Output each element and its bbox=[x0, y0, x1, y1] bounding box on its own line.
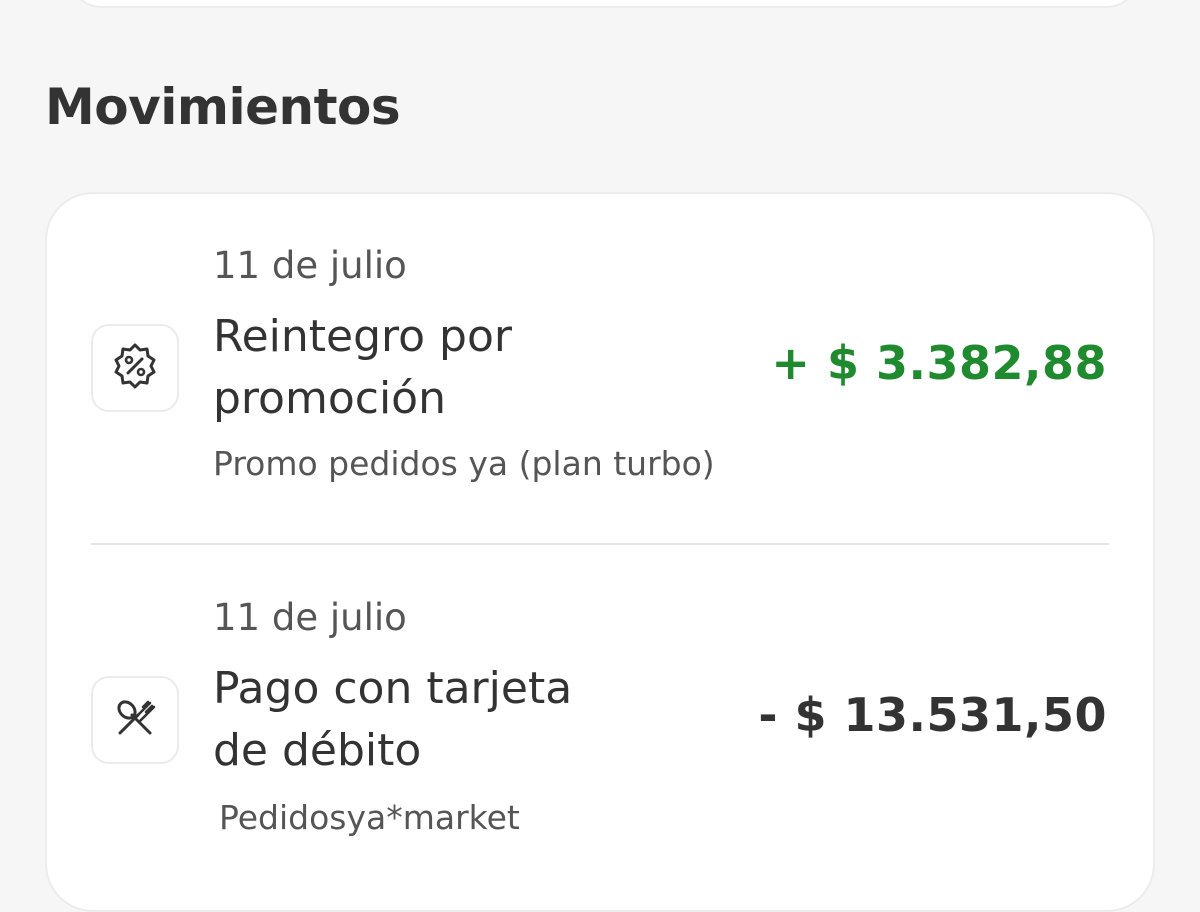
discount-badge-icon bbox=[110, 341, 160, 395]
movement-amount: - $ 13.531,50 bbox=[758, 688, 1107, 742]
movement-date: 11 de julio bbox=[213, 244, 407, 287]
previous-card bbox=[68, 0, 1140, 8]
divider bbox=[91, 543, 1109, 545]
movement-description: Promo pedidos ya (plan turbo) bbox=[213, 444, 715, 483]
movement-date: 11 de julio bbox=[213, 596, 407, 639]
movement-title: Pago con tarjeta de débito bbox=[213, 663, 573, 776]
movement-title: Reintegro por promoción bbox=[213, 311, 512, 424]
fork-spoon-icon bbox=[110, 693, 160, 747]
movement-icon-container bbox=[91, 324, 179, 412]
section-title: Movimientos bbox=[45, 78, 401, 136]
movement-amount: + $ 3.382,88 bbox=[771, 336, 1107, 390]
movement-icon-container bbox=[91, 676, 179, 764]
movement-description: Pedidosya*market bbox=[219, 798, 520, 837]
movements-list: 11 de julio Reintegro por promoción Prom… bbox=[45, 192, 1155, 912]
